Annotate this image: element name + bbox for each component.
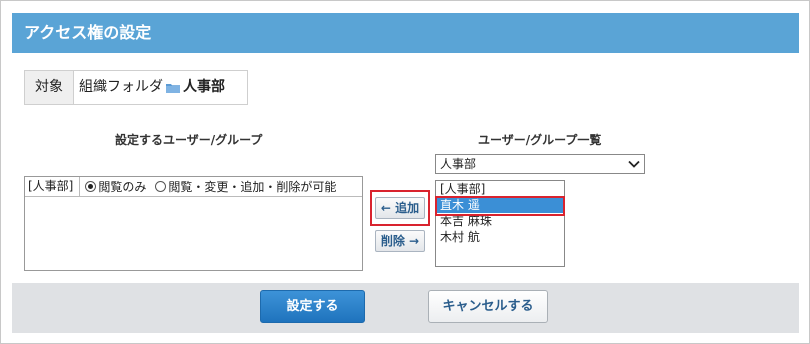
assigned-heading: 設定するユーザー/グループ (115, 133, 263, 147)
selected-item-highlight (435, 196, 565, 216)
candidate-list[interactable]: [人事部] 直木 遥 本吉 麻珠 木村 航 (435, 180, 565, 267)
cancel-button[interactable]: キャンセルする (428, 290, 548, 323)
assigned-list[interactable]: [人事部] 閲覧のみ 閲覧・変更・追加・削除が可能 (24, 176, 363, 271)
candidates-heading: ユーザー/グループ一覧 (478, 133, 602, 147)
dialog-title: アクセス権の設定 (12, 13, 799, 53)
group-select-value: 人事部 (440, 157, 477, 171)
radio-full-access-indicator[interactable] (155, 181, 167, 192)
remove-button[interactable]: 削除 → (375, 230, 425, 252)
access-rights-dialog: アクセス権の設定 対象 組織フォルダ 人事部 設定するユーザー/グループ ユーザ… (0, 0, 810, 344)
radio-full-access[interactable]: 閲覧・変更・追加・削除が可能 (150, 178, 340, 195)
radio-read-only-label: 閲覧のみ (98, 180, 147, 194)
submit-button[interactable]: 設定する (260, 290, 365, 323)
dialog-footer (12, 283, 799, 333)
radio-full-access-label: 閲覧・変更・追加・削除が可能 (168, 180, 337, 194)
radio-read-only-indicator[interactable] (85, 181, 97, 192)
radio-read-only[interactable]: 閲覧のみ (80, 178, 150, 195)
target-label: 対象 (25, 71, 74, 104)
target-path-prefix: 組織フォルダ (79, 79, 163, 95)
target-value: 組織フォルダ 人事部 (74, 71, 247, 104)
assigned-row: [人事部] 閲覧のみ 閲覧・変更・追加・削除が可能 (25, 177, 362, 197)
group-select[interactable]: 人事部 (435, 154, 645, 174)
chevron-down-icon (628, 160, 640, 168)
target-info: 対象 組織フォルダ 人事部 (24, 70, 248, 105)
target-folder-name: 人事部 (183, 79, 225, 95)
folder-icon (166, 84, 180, 93)
candidate-item[interactable]: [人事部] (436, 181, 564, 197)
candidate-item[interactable]: 木村 航 (436, 229, 564, 245)
add-button[interactable]: ← 追加 (375, 197, 425, 219)
assigned-row-name: [人事部] (25, 177, 81, 196)
